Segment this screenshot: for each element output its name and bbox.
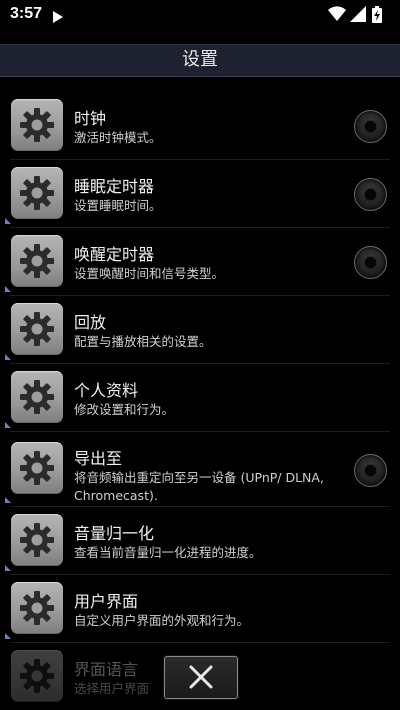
setting-subtitle: 修改设置和行为。 xyxy=(74,402,175,417)
clock-toggle-radio[interactable] xyxy=(354,110,387,143)
setting-title: 音量归一化 xyxy=(74,524,155,543)
status-time: 3:57 xyxy=(10,5,43,22)
wifi-icon xyxy=(328,6,346,26)
close-icon xyxy=(189,665,213,689)
setting-title: 唤醒定时器 xyxy=(74,245,155,264)
setting-subtitle: 配置与播放相关的设置。 xyxy=(74,334,212,349)
gear-icon xyxy=(11,167,63,219)
close-button[interactable] xyxy=(164,656,238,699)
status-icons xyxy=(328,6,388,24)
setting-item-profile[interactable]: 个人资料 修改设置和行为。 xyxy=(0,364,400,432)
submenu-corner-indicator xyxy=(5,422,11,428)
gear-icon xyxy=(11,303,63,355)
setting-subtitle: 自定义用户界面的外观和行为。 xyxy=(74,613,250,628)
submenu-corner-indicator xyxy=(5,354,11,360)
setting-title: 个人资料 xyxy=(74,381,139,400)
submenu-corner-indicator xyxy=(5,633,11,639)
setting-title: 回放 xyxy=(74,313,107,332)
setting-subtitle: 将音频输出重定向至另一设备 (UPnP/ DLNA, Chromecast). xyxy=(74,470,324,503)
gear-icon xyxy=(11,650,63,702)
submenu-corner-indicator xyxy=(5,218,11,224)
gear-icon xyxy=(11,235,63,287)
setting-subtitle: 设置唤醒时间和信号类型。 xyxy=(74,266,225,281)
setting-subtitle: 查看当前音量归一化进程的进度。 xyxy=(74,545,262,560)
submenu-corner-indicator xyxy=(5,497,11,503)
setting-title: 界面语言 xyxy=(74,660,139,679)
gear-icon xyxy=(11,514,63,566)
submenu-corner-indicator xyxy=(5,565,11,571)
gear-icon xyxy=(11,442,63,494)
setting-title: 用户界面 xyxy=(74,592,139,611)
settings-screen: 3:57 设置 时钟 激活时钟模式。 睡眠定时器 设置睡眠时间。 唤醒定时器 设… xyxy=(0,0,400,710)
page-title: 设置 xyxy=(182,49,218,70)
settings-list: 时钟 激活时钟模式。 睡眠定时器 设置睡眠时间。 唤醒定时器 设置唤醒时间和信号… xyxy=(0,92,400,710)
gear-icon xyxy=(11,371,63,423)
setting-item-user-interface[interactable]: 用户界面 自定义用户界面的外观和行为。 xyxy=(0,575,400,643)
export-to-toggle-radio[interactable] xyxy=(354,454,387,487)
setting-title: 睡眠定时器 xyxy=(74,177,155,196)
gear-icon xyxy=(11,582,63,634)
status-bar: 3:57 xyxy=(0,0,400,30)
setting-subtitle: 设置睡眠时间。 xyxy=(74,198,162,213)
setting-item-export-to[interactable]: 导出至 将音频输出重定向至另一设备 (UPnP/ DLNA, Chromecas… xyxy=(0,432,400,507)
signal-icon xyxy=(350,6,366,26)
setting-item-playback[interactable]: 回放 配置与播放相关的设置。 xyxy=(0,296,400,364)
submenu-corner-indicator xyxy=(5,286,11,292)
battery-charging-icon xyxy=(372,6,382,27)
gear-icon xyxy=(11,99,63,151)
setting-item-wake-timer[interactable]: 唤醒定时器 设置唤醒时间和信号类型。 xyxy=(0,228,400,296)
setting-item-volume-normalization[interactable]: 音量归一化 查看当前音量归一化进程的进度。 xyxy=(0,507,400,575)
setting-subtitle: 激活时钟模式。 xyxy=(74,130,162,145)
setting-title: 导出至 xyxy=(74,449,123,468)
title-bar: 设置 xyxy=(0,44,400,77)
sleep-timer-toggle-radio[interactable] xyxy=(354,178,387,211)
setting-title: 时钟 xyxy=(74,109,107,128)
wake-timer-toggle-radio[interactable] xyxy=(354,246,387,279)
setting-item-clock[interactable]: 时钟 激活时钟模式。 xyxy=(0,92,400,160)
play-icon xyxy=(52,8,63,27)
setting-item-sleep-timer[interactable]: 睡眠定时器 设置睡眠时间。 xyxy=(0,160,400,228)
